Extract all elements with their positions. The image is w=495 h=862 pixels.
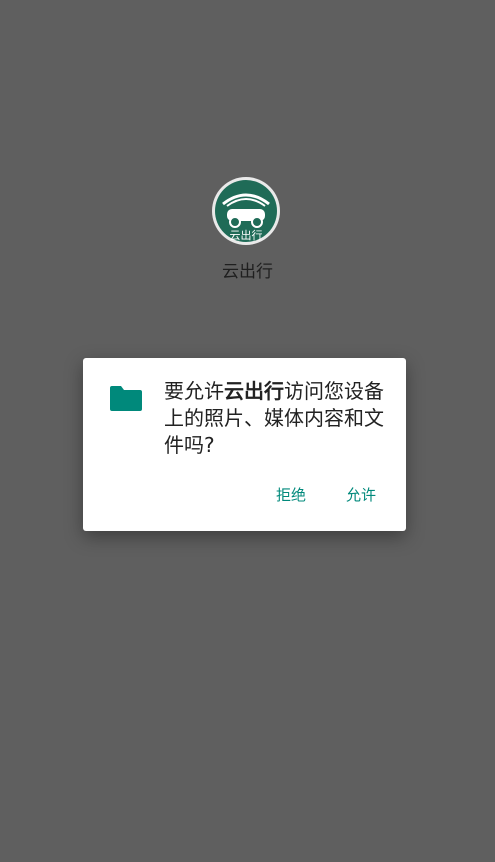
app-logo-icon: 云出行 — [212, 177, 280, 245]
permission-dialog: 要允许云出行访问您设备上的照片、媒体内容和文件吗? 拒绝 允许 — [83, 358, 406, 531]
dialog-actions: 拒绝 允许 — [276, 484, 376, 505]
message-app-name: 云出行 — [224, 379, 284, 403]
allow-button[interactable]: 允许 — [346, 484, 376, 505]
deny-button[interactable]: 拒绝 — [276, 484, 306, 505]
folder-icon — [110, 386, 142, 411]
message-prefix: 要允许 — [164, 379, 224, 403]
logo-text: 云出行 — [230, 228, 263, 242]
app-name-label: 云出行 — [222, 262, 273, 282]
permission-message: 要允许云出行访问您设备上的照片、媒体内容和文件吗? — [164, 378, 396, 459]
